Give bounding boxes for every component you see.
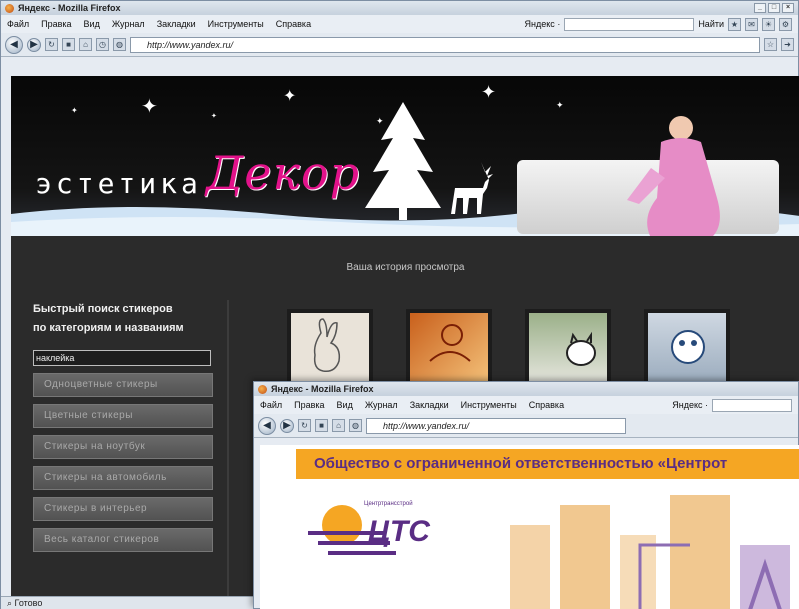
star-decoration-icon: ✦ xyxy=(211,113,217,120)
star-decoration-icon: ✦ xyxy=(481,82,497,102)
yandex-label: Яндекс · xyxy=(524,19,561,29)
category-button-monochrome[interactable]: Одноцветные стикеры xyxy=(33,373,213,397)
menu-bar-2: Файл Правка Вид Журнал Закладки Инструме… xyxy=(254,396,798,414)
title-bar: Яндекс - Mozilla Firefox _ □ × xyxy=(1,1,798,15)
star-decoration-icon: ✦ xyxy=(556,100,564,110)
menu-view[interactable]: Вид xyxy=(84,19,100,29)
site-banner: ✦ ✦ ✦ ✦ ✦ ✦ ✦ эстетика Декор xyxy=(11,76,799,236)
cts-logo[interactable]: Центртрансстрой ЦТС xyxy=(304,495,474,565)
firefox-icon xyxy=(258,384,267,394)
sticker-thumbnail[interactable] xyxy=(644,309,730,389)
menu-help[interactable]: Справка xyxy=(276,19,311,29)
globe-icon[interactable]: ◍ xyxy=(113,38,126,51)
status-text: Готово xyxy=(14,598,43,608)
window-title: Яндекс - Mozilla Firefox xyxy=(18,3,121,13)
yandex-search-input[interactable] xyxy=(712,398,792,412)
category-button-color[interactable]: Цветные стикеры xyxy=(33,404,213,428)
model-image xyxy=(627,116,720,236)
sticker-search-input[interactable]: наклейка xyxy=(33,350,211,366)
back-icon[interactable]: ◀ xyxy=(5,35,23,54)
deer-icon xyxy=(451,162,493,214)
menu-history[interactable]: Журнал xyxy=(112,19,145,29)
pine-tree-icon xyxy=(365,102,441,220)
forward-icon[interactable]: ▶ xyxy=(27,37,41,52)
logo-big-text: ЦТС xyxy=(368,515,431,548)
reload-icon[interactable]: ↻ xyxy=(298,419,311,432)
yandex-search-input[interactable] xyxy=(564,17,695,31)
menu-view[interactable]: Вид xyxy=(337,400,353,410)
second-browser-window: Яндекс - Mozilla Firefox Файл Правка Вид… xyxy=(253,381,799,609)
sticker-thumbnails xyxy=(287,309,730,389)
title-bar-2: Яндекс - Mozilla Firefox xyxy=(254,382,798,396)
category-button-laptop[interactable]: Стикеры на ноутбук xyxy=(33,435,213,459)
address-bar-2[interactable]: http://www.yandex.ru/ xyxy=(366,417,626,434)
menu-bar: Файл Правка Вид Журнал Закладки Инструме… xyxy=(1,15,798,33)
menu-tools[interactable]: Инструменты xyxy=(461,400,517,410)
history-icon[interactable]: ◷ xyxy=(96,38,109,51)
sticker-search-panel: Быстрый поиск стикеров по категориям и н… xyxy=(33,300,229,596)
yandex-label: Яндекс · xyxy=(672,400,708,410)
menu-bookmarks[interactable]: Закладки xyxy=(157,19,196,29)
stop-icon[interactable]: ■ xyxy=(315,419,328,432)
sticker-thumbnail[interactable] xyxy=(406,309,492,389)
logo-text-left: эстетика xyxy=(35,167,202,200)
sticker-thumbnail[interactable] xyxy=(525,309,611,389)
panel-heading-line-2: по категориям и названиям xyxy=(33,322,184,334)
page-content-2: Общество с ограниченной ответственностью… xyxy=(260,445,799,609)
bookmark-icon[interactable]: ★ xyxy=(728,17,741,31)
home-icon[interactable]: ⌂ xyxy=(79,38,92,51)
construction-illustration xyxy=(510,495,790,609)
weather-icon[interactable]: ☀ xyxy=(762,17,775,31)
category-button-catalog[interactable]: Весь каталог стикеров xyxy=(33,528,213,552)
home-icon[interactable]: ⌂ xyxy=(332,419,345,432)
category-button-car[interactable]: Стикеры на автомобиль xyxy=(33,466,213,490)
menu-edit[interactable]: Правка xyxy=(294,400,324,410)
window-title-2: Яндекс - Mozilla Firefox xyxy=(271,384,374,394)
stop-icon[interactable]: ■ xyxy=(62,38,75,51)
menu-history[interactable]: Журнал xyxy=(365,400,398,410)
reload-icon[interactable]: ↻ xyxy=(45,38,58,51)
navigation-bar-2: ◀ ▶ ↻ ■ ⌂ ◍ http://www.yandex.ru/ xyxy=(254,414,798,438)
menu-tools[interactable]: Инструменты xyxy=(208,19,264,29)
history-link[interactable]: Ваша история просмотра xyxy=(11,262,799,273)
address-bar[interactable]: http://www.yandex.ru/ xyxy=(130,36,760,53)
logo-text-right: Декор xyxy=(205,146,361,200)
mail-icon[interactable]: ✉ xyxy=(745,17,758,31)
navigation-bar: ◀ ▶ ↻ ■ ⌂ ◷ ◍ http://www.yandex.ru/ ☆ ➜ xyxy=(1,33,798,57)
star-decoration-icon: ✦ xyxy=(71,106,78,115)
go-icon[interactable]: ➜ xyxy=(781,38,794,51)
sticker-thumbnail[interactable] xyxy=(287,309,373,389)
menu-bookmarks[interactable]: Закладки xyxy=(410,400,449,410)
star-icon[interactable]: ☆ xyxy=(764,38,777,51)
menu-help[interactable]: Справка xyxy=(529,400,564,410)
menu-file[interactable]: Файл xyxy=(7,19,29,29)
maximize-button[interactable]: □ xyxy=(768,3,780,13)
forward-icon[interactable]: ▶ xyxy=(280,418,294,433)
star-decoration-icon: ✦ xyxy=(283,88,297,105)
panel-heading-line-1: Быстрый поиск стикеров xyxy=(33,303,173,315)
organization-banner: Общество с ограниченной ответственностью… xyxy=(296,449,799,479)
logo-small-text: Центртрансстрой xyxy=(364,500,413,507)
find-button[interactable]: Найти xyxy=(698,19,724,29)
site-logo[interactable]: эстетика Декор xyxy=(35,146,360,200)
minimize-button[interactable]: _ xyxy=(754,3,766,13)
settings-icon[interactable]: ⚙ xyxy=(779,17,792,31)
category-button-interior[interactable]: Стикеры в интерьер xyxy=(33,497,213,521)
firefox-icon xyxy=(5,3,14,13)
menu-edit[interactable]: Правка xyxy=(41,19,71,29)
status-bar: ⌕ Готово xyxy=(1,596,254,609)
globe-icon[interactable]: ◍ xyxy=(349,419,362,432)
close-button[interactable]: × xyxy=(782,3,794,13)
back-icon[interactable]: ◀ xyxy=(258,416,276,435)
status-search-icon: ⌕ xyxy=(7,598,15,608)
star-decoration-icon: ✦ xyxy=(141,96,158,118)
menu-file[interactable]: Файл xyxy=(260,400,282,410)
